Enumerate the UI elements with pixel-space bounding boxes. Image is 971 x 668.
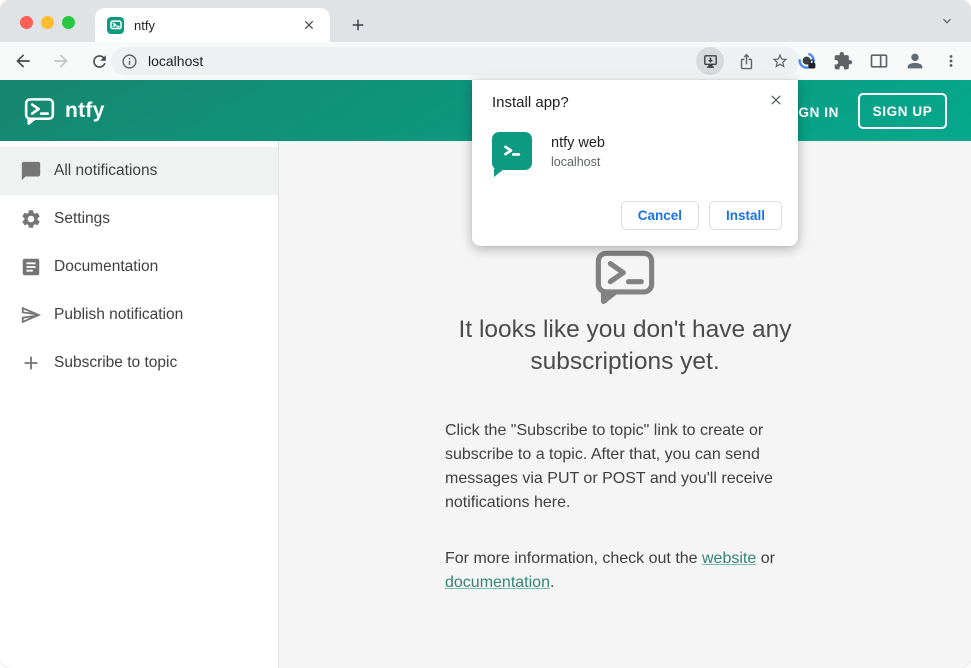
website-link[interactable]: website xyxy=(702,550,756,567)
sidebar-item-label: Documentation xyxy=(54,258,159,275)
reload-icon[interactable] xyxy=(88,50,110,72)
install-button[interactable]: Install xyxy=(708,201,782,230)
sidebar-item-settings[interactable]: Settings xyxy=(0,195,278,243)
new-tab-plus-icon[interactable] xyxy=(344,11,372,39)
chat-icon xyxy=(19,160,43,182)
sidebar-item-label: Publish notification xyxy=(54,306,184,323)
article-icon xyxy=(19,256,43,278)
app-brand-name: ntfy xyxy=(65,98,105,122)
window-zoom-button[interactable] xyxy=(62,16,75,29)
back-icon[interactable] xyxy=(12,50,34,72)
bookmark-star-icon[interactable] xyxy=(770,51,790,71)
install-app-dialog: Install app? ntfy web localhost Cancel I… xyxy=(472,80,798,246)
kebab-menu-icon[interactable] xyxy=(939,49,963,73)
sidebar-item-label: Settings xyxy=(54,210,111,227)
cancel-button[interactable]: Cancel xyxy=(620,201,699,230)
browser-window: ntfy localhost ntfy SIGN IN SIGN UP All … xyxy=(0,0,971,668)
ntfy-terminal-bubble-icon xyxy=(594,249,656,304)
profile-avatar-icon[interactable] xyxy=(903,49,927,73)
install-app-icon[interactable] xyxy=(696,47,724,75)
documentation-link[interactable]: documentation xyxy=(445,574,550,591)
dialog-app-origin: localhost xyxy=(551,155,601,169)
empty-state-heading: It looks like you don't have any subscri… xyxy=(458,316,792,376)
address-url[interactable]: localhost xyxy=(148,53,696,69)
toolbar-right-icons xyxy=(795,49,963,73)
sidebar-item-publish-notification[interactable]: Publish notification xyxy=(0,291,278,339)
send-icon xyxy=(19,304,43,326)
sidebar-item-label: Subscribe to topic xyxy=(54,354,178,371)
sidebar: All notifications Settings Documentation… xyxy=(0,141,279,668)
sidebar-item-all-notifications[interactable]: All notifications xyxy=(0,147,278,195)
sidebar-item-label: All notifications xyxy=(54,162,158,179)
window-minimize-button[interactable] xyxy=(41,16,54,29)
paragraph-text: . xyxy=(549,573,555,591)
ntfy-favicon xyxy=(107,16,124,34)
empty-state-paragraph-links: For more information, check out the webs… xyxy=(445,547,805,595)
site-info-icon[interactable] xyxy=(121,53,138,70)
paragraph-text: For more information, check out the xyxy=(445,549,702,567)
sidebar-item-subscribe-to-topic[interactable]: Subscribe to topic xyxy=(0,339,278,387)
dialog-actions: Cancel Install xyxy=(620,201,782,230)
sidebar-item-documentation[interactable]: Documentation xyxy=(0,243,278,291)
browser-toolbar: localhost xyxy=(0,42,971,80)
tab-search-chevron-icon[interactable] xyxy=(935,9,959,33)
dialog-app-name: ntfy web xyxy=(551,135,605,151)
plus-icon xyxy=(19,352,43,374)
dialog-title: Install app? xyxy=(492,94,569,111)
tab-strip: ntfy xyxy=(0,0,971,42)
dialog-close-icon[interactable] xyxy=(766,90,786,110)
tab-close-icon[interactable] xyxy=(300,16,318,34)
empty-state-paragraph: Click the "Subscribe to topic" link to c… xyxy=(445,421,773,511)
gear-icon xyxy=(19,208,43,230)
dialog-app-row: ntfy web localhost xyxy=(492,132,605,177)
ntfy-app-badge-icon xyxy=(492,132,532,177)
forward-icon[interactable] xyxy=(50,50,72,72)
side-panel-icon[interactable] xyxy=(867,49,891,73)
browser-tab-ntfy[interactable]: ntfy xyxy=(95,8,330,42)
paragraph-text: or xyxy=(756,549,775,567)
window-close-button[interactable] xyxy=(20,16,33,29)
extensions-puzzle-icon[interactable] xyxy=(831,49,855,73)
address-bar[interactable]: localhost xyxy=(111,47,800,75)
traffic-lights xyxy=(20,16,75,29)
tab-title: ntfy xyxy=(134,17,155,33)
share-icon[interactable] xyxy=(736,51,756,71)
ntfy-logo-icon xyxy=(24,97,55,125)
sign-up-button[interactable]: SIGN UP xyxy=(858,93,947,129)
privacy-extension-icon[interactable] xyxy=(795,49,819,73)
